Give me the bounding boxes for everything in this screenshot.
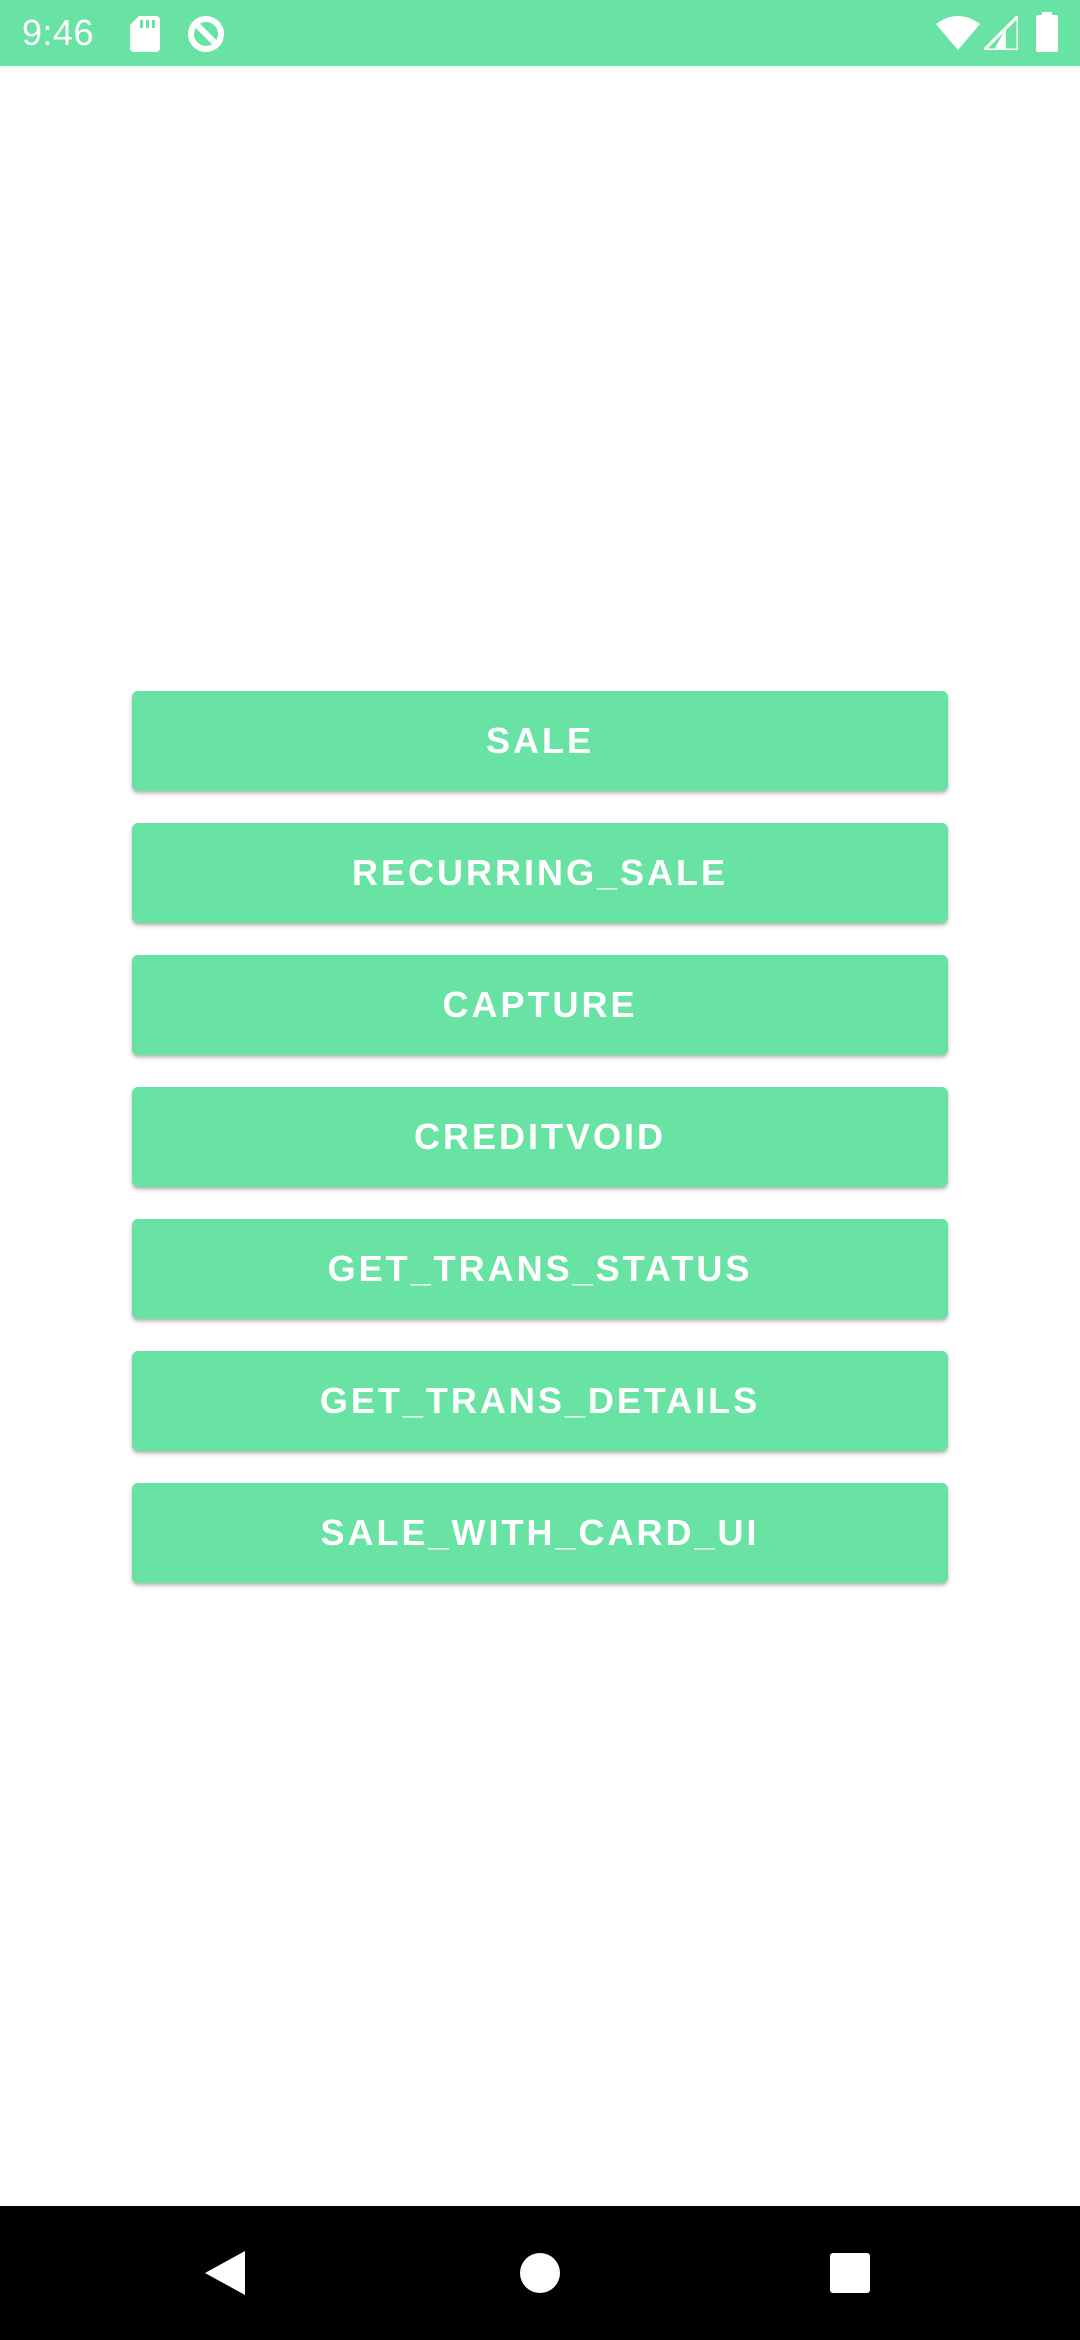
get-trans-details-button[interactable]: GET_TRANS_DETAILS <box>132 1351 948 1451</box>
get-trans-status-button[interactable]: GET_TRANS_STATUS <box>132 1219 948 1319</box>
recents-icon <box>830 2253 870 2293</box>
status-time: 9:46 <box>22 12 95 53</box>
status-bar: 9:46 <box>0 0 1080 66</box>
recurring-sale-button[interactable]: RECURRING_SALE <box>132 823 948 923</box>
data-saver-icon <box>188 16 224 52</box>
back-icon <box>205 2251 245 2295</box>
home-icon <box>520 2253 560 2293</box>
cell-signal-icon <box>984 16 1018 50</box>
main-content: SALE RECURRING_SALE CAPTURE CREDITVOID G… <box>0 66 1080 2206</box>
button-list: SALE RECURRING_SALE CAPTURE CREDITVOID G… <box>132 691 948 1615</box>
home-button[interactable] <box>460 2206 620 2340</box>
sd-card-icon <box>130 16 160 52</box>
sale-with-card-ui-button[interactable]: SALE_WITH_CARD_UI <box>132 1483 948 1583</box>
back-button[interactable] <box>145 2206 305 2340</box>
battery-icon <box>1036 12 1058 52</box>
sale-button[interactable]: SALE <box>132 691 948 791</box>
recents-button[interactable] <box>770 2206 930 2340</box>
creditvoid-button[interactable]: CREDITVOID <box>132 1087 948 1187</box>
wifi-icon <box>936 16 980 50</box>
capture-button[interactable]: CAPTURE <box>132 955 948 1055</box>
navigation-bar <box>0 2206 1080 2340</box>
